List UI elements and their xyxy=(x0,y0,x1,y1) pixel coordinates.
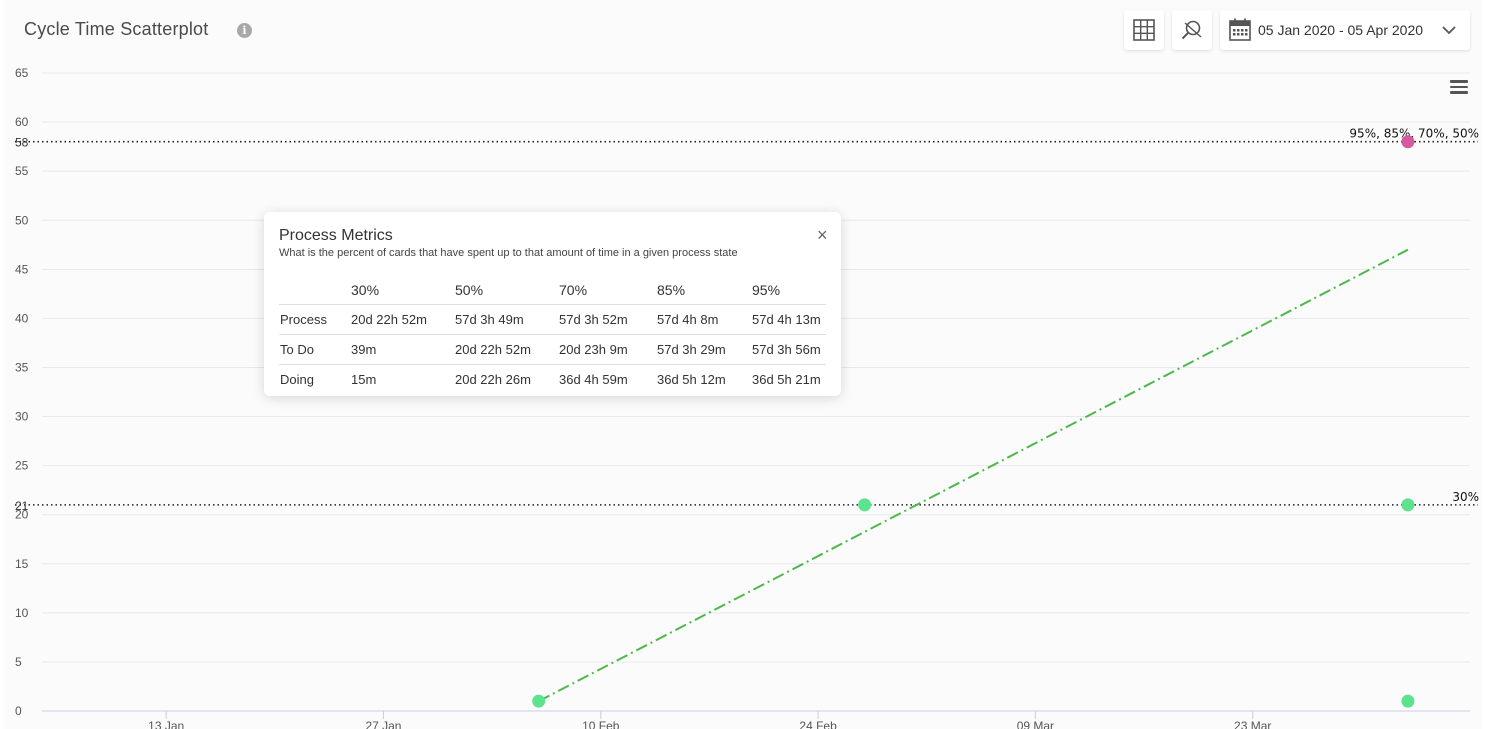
table-cell: 36d 5h 21m xyxy=(752,372,821,387)
percentile-label: 95%, 85%, 70%, 50% xyxy=(1349,127,1479,141)
percentile-y-label: 21 xyxy=(15,499,29,513)
hamburger-menu-icon[interactable] xyxy=(1450,80,1468,94)
x-tick-label: 09 Mar xyxy=(1017,719,1054,729)
y-tick-label: 50 xyxy=(15,213,29,227)
table-header xyxy=(279,276,350,305)
x-tick-label: 24 Feb xyxy=(799,719,837,729)
popup-subtitle: What is the percent of cards that have s… xyxy=(279,247,738,259)
y-tick-label: 0 xyxy=(15,704,22,718)
data-point xyxy=(1401,135,1415,149)
table-cell: 57d 3h 52m xyxy=(558,304,656,335)
table-row: Doing 15m 20d 22h 26m 36d 4h 59m 36d 5h … xyxy=(279,365,826,395)
table-header: 50% xyxy=(454,276,558,305)
metrics-table: 30% 50% 70% 85% 95% Process 20d 22h 52m … xyxy=(279,276,826,394)
table-cell: 57d 3h 49m xyxy=(454,304,558,335)
y-tick-label: 60 xyxy=(15,115,29,129)
table-cell: 20d 23h 9m xyxy=(558,334,656,365)
table-header: 95% xyxy=(751,276,826,305)
table-cell: 20d 22h 52m xyxy=(454,334,558,365)
table-row: Process 20d 22h 52m 57d 3h 49m 57d 3h 52… xyxy=(279,304,826,335)
y-tick-label: 15 xyxy=(15,557,29,571)
table-header: 30% xyxy=(350,276,454,305)
y-tick-label: 55 xyxy=(15,164,29,178)
data-point xyxy=(1401,498,1415,512)
table-cell: 15m xyxy=(351,372,377,387)
table-cell: 20d 22h 52m xyxy=(350,304,454,335)
data-point xyxy=(858,498,872,512)
x-tick-label: 27 Jan xyxy=(365,719,401,729)
table-header: 85% xyxy=(656,276,751,305)
table-header-row: 30% 50% 70% 85% 95% xyxy=(279,276,826,305)
percentile-label: 30% xyxy=(1452,490,1479,504)
data-point xyxy=(1401,694,1415,708)
y-tick-label: 5 xyxy=(15,655,22,669)
popup-title: Process Metrics xyxy=(279,227,393,244)
process-metrics-popup: Process Metrics What is the percent of c… xyxy=(264,212,841,396)
table-cell: Process xyxy=(279,304,350,335)
y-tick-label: 40 xyxy=(15,311,29,325)
table-cell: 39m xyxy=(350,334,454,365)
table-cell: To Do xyxy=(279,334,350,365)
y-tick-label: 30 xyxy=(15,410,29,424)
table-header: 70% xyxy=(558,276,656,305)
close-icon[interactable]: × xyxy=(817,225,828,246)
y-tick-label: 35 xyxy=(15,360,29,374)
x-tick-label: 13 Jan xyxy=(148,719,184,729)
table-cell: 57d 4h 8m xyxy=(656,304,751,335)
x-tick-label: 10 Feb xyxy=(582,719,620,729)
table-cell: 57d 4h 13m xyxy=(751,304,826,335)
x-tick-label: 23 Mar xyxy=(1234,719,1271,729)
percentile-y-label: 58 xyxy=(15,136,29,150)
y-tick-label: 25 xyxy=(15,459,29,473)
data-point xyxy=(532,694,546,708)
table-cell: Doing xyxy=(280,372,314,387)
y-tick-label: 10 xyxy=(15,606,29,620)
table-cell: 57d 3h 29m xyxy=(656,334,751,365)
table-row: To Do 39m 20d 22h 52m 20d 23h 9m 57d 3h … xyxy=(279,334,826,365)
y-tick-label: 65 xyxy=(15,66,29,80)
y-tick-label: 45 xyxy=(15,262,29,276)
table-cell: 36d 5h 12m xyxy=(657,372,726,387)
table-cell: 20d 22h 26m xyxy=(455,372,531,387)
table-cell: 57d 3h 56m xyxy=(751,334,826,365)
table-cell: 36d 4h 59m xyxy=(559,372,628,387)
